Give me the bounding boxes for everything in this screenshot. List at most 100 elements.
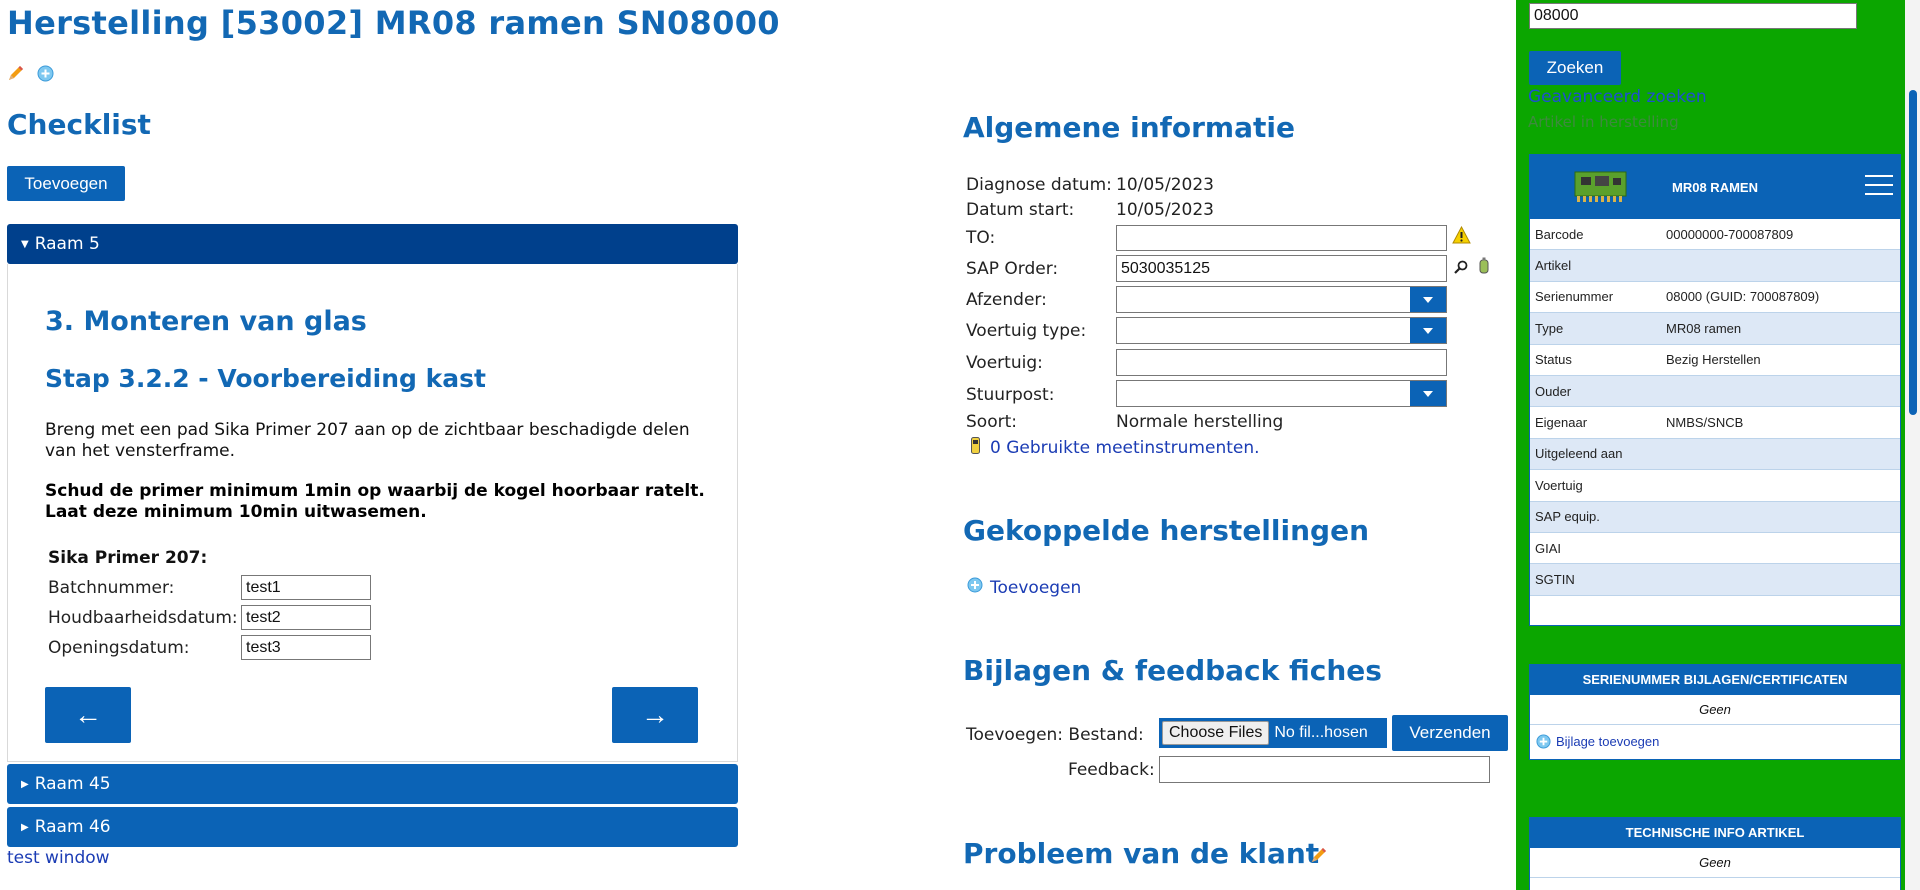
- batch-label: Batchnummer:: [48, 578, 175, 598]
- property-value: 00000000-700087809: [1666, 226, 1794, 242]
- opening-input[interactable]: [241, 635, 371, 660]
- add-attachment-link[interactable]: Bijlage toevoegen: [1556, 734, 1659, 749]
- item-property-row: Status Bezig Herstellen: [1530, 345, 1900, 376]
- vehicle-label: Voertuig:: [966, 353, 1043, 373]
- property-key: Serienummer: [1535, 289, 1614, 305]
- page-title: Herstelling [53002] MR08 ramen SN08000: [7, 4, 780, 42]
- chevron-down-icon: [1410, 318, 1446, 343]
- item-card-title: MR08 RAMEN: [1672, 179, 1758, 195]
- serial-attachments-empty: Geen: [1530, 695, 1900, 725]
- search-icon[interactable]: [1454, 259, 1468, 274]
- type-label: Soort:: [966, 412, 1017, 432]
- next-step-button[interactable]: →: [612, 687, 698, 743]
- property-key: Eigenaar: [1535, 415, 1588, 431]
- property-value: 08000 (GUID: 700087809): [1666, 289, 1820, 305]
- scrollbar-thumb[interactable]: [1909, 90, 1917, 415]
- accordion-label: Raam 45: [34, 774, 111, 794]
- item-property-row: Serienummer 08000 (GUID: 700087809): [1530, 282, 1900, 314]
- add-circle-icon[interactable]: [1536, 733, 1551, 749]
- sync-icon[interactable]: [1479, 257, 1489, 275]
- batch-input[interactable]: [241, 575, 371, 600]
- accordion-raam-5[interactable]: ▼ Raam 5: [7, 224, 738, 264]
- accordion-label: Raam 5: [34, 234, 100, 254]
- caret-down-icon: ▼: [21, 238, 29, 250]
- serial-attachments-title: SERIENUMMER BIJLAGEN/CERTIFICATEN: [1530, 665, 1900, 695]
- send-button[interactable]: Verzenden: [1392, 715, 1508, 751]
- item-property-row: GIAI: [1530, 533, 1900, 565]
- diagnose-label: Diagnose datum:: [966, 175, 1112, 195]
- property-key: Ouder: [1535, 383, 1572, 399]
- item-property-row: Eigenaar NMBS/SNCB: [1530, 407, 1900, 439]
- item-property-row: Artikel: [1530, 250, 1900, 282]
- step-heading: 3. Monteren van glas: [45, 306, 367, 337]
- feedback-label: Feedback:: [1068, 760, 1155, 780]
- chevron-down-icon: [1410, 287, 1446, 312]
- caret-right-icon: ▶: [21, 821, 29, 833]
- choose-files-button[interactable]: Choose Files: [1162, 721, 1270, 745]
- chevron-down-icon: [1410, 381, 1446, 406]
- general-info-heading: Algemene informatie: [963, 111, 1295, 144]
- warning-icon: [1452, 225, 1471, 244]
- to-input[interactable]: [1116, 225, 1447, 251]
- previous-step-button[interactable]: ←: [45, 687, 131, 743]
- sap-order-input[interactable]: [1116, 255, 1447, 282]
- to-label: TO:: [966, 228, 996, 248]
- item-property-row: SGTIN: [1530, 564, 1900, 596]
- feedback-input[interactable]: [1159, 756, 1490, 783]
- vehicle-input[interactable]: [1116, 349, 1447, 376]
- property-key: Type: [1535, 320, 1564, 336]
- hamburger-menu-icon[interactable]: [1864, 173, 1894, 197]
- technical-info-title: TECHNISCHE INFO ARTIKEL: [1530, 818, 1900, 848]
- accordion-raam-46[interactable]: ▶ Raam 46: [7, 807, 738, 847]
- page-scrollbar[interactable]: [1905, 0, 1920, 890]
- sap-order-label: SAP Order:: [966, 259, 1059, 279]
- file-picker[interactable]: Choose Files No fil...hosen: [1159, 718, 1387, 748]
- item-property-row: Voertuig: [1530, 470, 1900, 502]
- step-warning: Schud de primer minimum 1min op waarbij …: [45, 481, 705, 522]
- sidebar-search-input[interactable]: [1529, 3, 1857, 29]
- pencil-edit-icon[interactable]: [1310, 846, 1328, 864]
- add-circle-icon[interactable]: [967, 577, 983, 593]
- serial-attachments-card: SERIENUMMER BIJLAGEN/CERTIFICATEN Geen B…: [1529, 664, 1901, 760]
- advanced-search-link[interactable]: Geavanceerd zoeken: [1528, 87, 1707, 107]
- checklist-step-panel: 3. Monteren van glas Stap 3.2.2 - Voorbe…: [7, 264, 738, 762]
- cab-label: Stuurpost:: [966, 385, 1055, 405]
- item-property-table: Barcode 00000000-700087809 Artikel Serienum…: [1530, 219, 1900, 596]
- caret-right-icon: ▶: [21, 778, 29, 790]
- test-window-link[interactable]: test window: [7, 848, 110, 868]
- vehicle-type-select[interactable]: [1116, 317, 1447, 344]
- property-key: Status: [1535, 352, 1572, 368]
- property-value: Bezig Herstellen: [1666, 352, 1761, 368]
- property-value: MR08 ramen: [1666, 320, 1742, 336]
- checklist-add-button[interactable]: Toevoegen: [7, 166, 125, 201]
- item-property-row: Uitgeleend aan: [1530, 438, 1900, 471]
- sender-label: Afzender:: [966, 290, 1047, 310]
- item-info-card: MR08 RAMEN Barcode 00000000-700087809 Arti…: [1529, 154, 1901, 626]
- property-key: Voertuig: [1535, 477, 1583, 493]
- accordion-raam-45[interactable]: ▶ Raam 45: [7, 764, 738, 804]
- linked-repairs-heading: Gekoppelde herstellingen: [963, 514, 1369, 547]
- pencil-edit-icon[interactable]: [7, 64, 25, 82]
- circuit-board-icon: [1573, 169, 1628, 203]
- item-property-row: Ouder: [1530, 375, 1900, 408]
- sidebar-search-button[interactable]: Zoeken: [1529, 51, 1621, 85]
- item-property-row: SAP equip.: [1530, 501, 1900, 533]
- attach-file-label: Toevoegen: Bestand:: [966, 725, 1144, 745]
- instruments-link[interactable]: 0 Gebruikte meetinstrumenten.: [990, 438, 1260, 458]
- checklist-heading: Checklist: [7, 108, 151, 141]
- attachments-heading: Bijlagen & feedback fiches: [963, 654, 1382, 687]
- cab-select[interactable]: [1116, 380, 1447, 407]
- property-key: Barcode: [1535, 226, 1584, 242]
- diagnose-value: 10/05/2023: [1116, 175, 1214, 195]
- sender-select[interactable]: [1116, 286, 1447, 313]
- article-in-repair-link[interactable]: Artikel in herstelling: [1528, 113, 1679, 131]
- item-property-row: Barcode 00000000-700087809: [1530, 219, 1900, 251]
- start-date-label: Datum start:: [966, 200, 1075, 220]
- property-key: Uitgeleend aan: [1535, 446, 1623, 462]
- linked-add-link[interactable]: Toevoegen: [990, 578, 1081, 598]
- item-card-header: MR08 RAMEN: [1530, 155, 1900, 219]
- vehicle-type-label: Voertuig type:: [966, 321, 1087, 341]
- expiry-input[interactable]: [241, 605, 371, 630]
- add-circle-icon[interactable]: [37, 65, 54, 82]
- meter-icon: [971, 437, 980, 454]
